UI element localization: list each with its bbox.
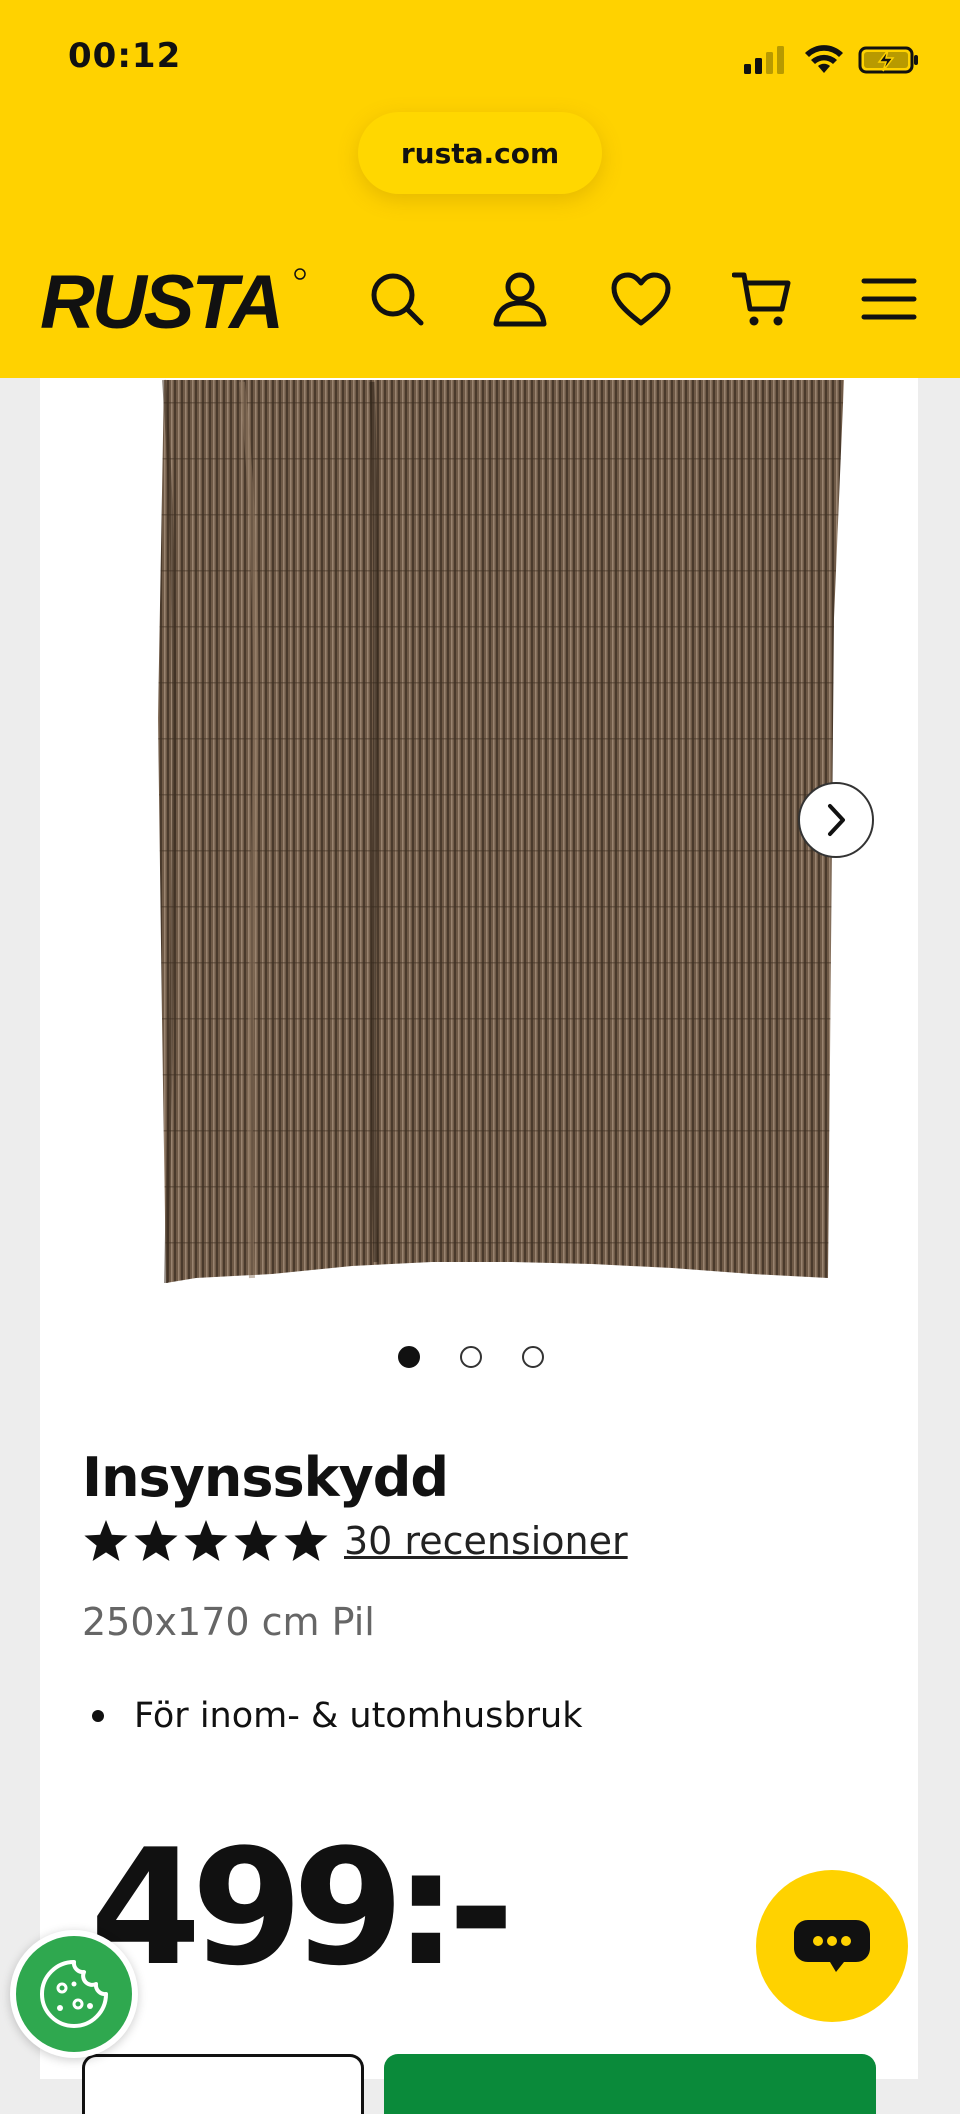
menu-icon[interactable] [858, 268, 920, 330]
add-to-cart-button[interactable] [384, 2054, 876, 2114]
status-icons [744, 40, 920, 80]
next-image-button[interactable] [798, 782, 874, 858]
star-icon [184, 1520, 228, 1561]
product-variant: 250x170 cm Pil [82, 1600, 375, 1644]
product-card: Insynsskydd 30 recensioner 250x170 cm Pi… [40, 378, 918, 2114]
star-icon [134, 1520, 178, 1561]
image-dot-2[interactable] [460, 1346, 482, 1368]
wifi-icon [805, 45, 843, 73]
cookie-icon [40, 1960, 108, 2028]
url-text: rusta.com [400, 136, 560, 170]
star-icon [84, 1520, 128, 1561]
image-dot-1[interactable] [398, 1346, 420, 1368]
battery-icon [858, 46, 918, 74]
chat-button[interactable] [756, 1870, 908, 2022]
product-image[interactable] [132, 378, 852, 1298]
chat-icon [794, 1920, 870, 1972]
status-time: 00:12 [68, 36, 182, 76]
product-price: 499:- [90, 1814, 514, 2001]
star-icon [284, 1520, 328, 1561]
cookie-settings-button[interactable] [10, 1930, 138, 2058]
feature-text: För inom- & utomhusbruk [134, 1696, 583, 1736]
rusta-logo[interactable]: RUSTA [38, 262, 308, 336]
rating-row: 30 recensioner [82, 1518, 628, 1564]
bullet [92, 1710, 104, 1722]
reviews-link[interactable]: 30 recensioner [344, 1519, 628, 1563]
star-icon [234, 1520, 278, 1561]
signal-icon [744, 46, 784, 74]
list-item: För inom- & utomhusbruk [82, 1696, 582, 1736]
rating-stars [82, 1518, 330, 1564]
image-dot-3[interactable] [522, 1346, 544, 1368]
heart-icon[interactable] [610, 268, 672, 330]
image-pagination [398, 1346, 544, 1368]
cart-icon[interactable] [731, 268, 793, 330]
top-bar: 00:12 rusta.com RUSTA [0, 0, 960, 378]
product-title: Insynsskydd [82, 1446, 449, 1509]
url-bar[interactable]: rusta.com [358, 112, 602, 194]
account-icon[interactable] [489, 268, 551, 330]
search-icon[interactable] [366, 268, 428, 330]
quantity-selector[interactable] [82, 2054, 364, 2114]
chevron-right-icon [828, 804, 845, 836]
svg-text:RUSTA: RUSTA [40, 262, 281, 336]
feature-list: För inom- & utomhusbruk [82, 1696, 582, 1736]
